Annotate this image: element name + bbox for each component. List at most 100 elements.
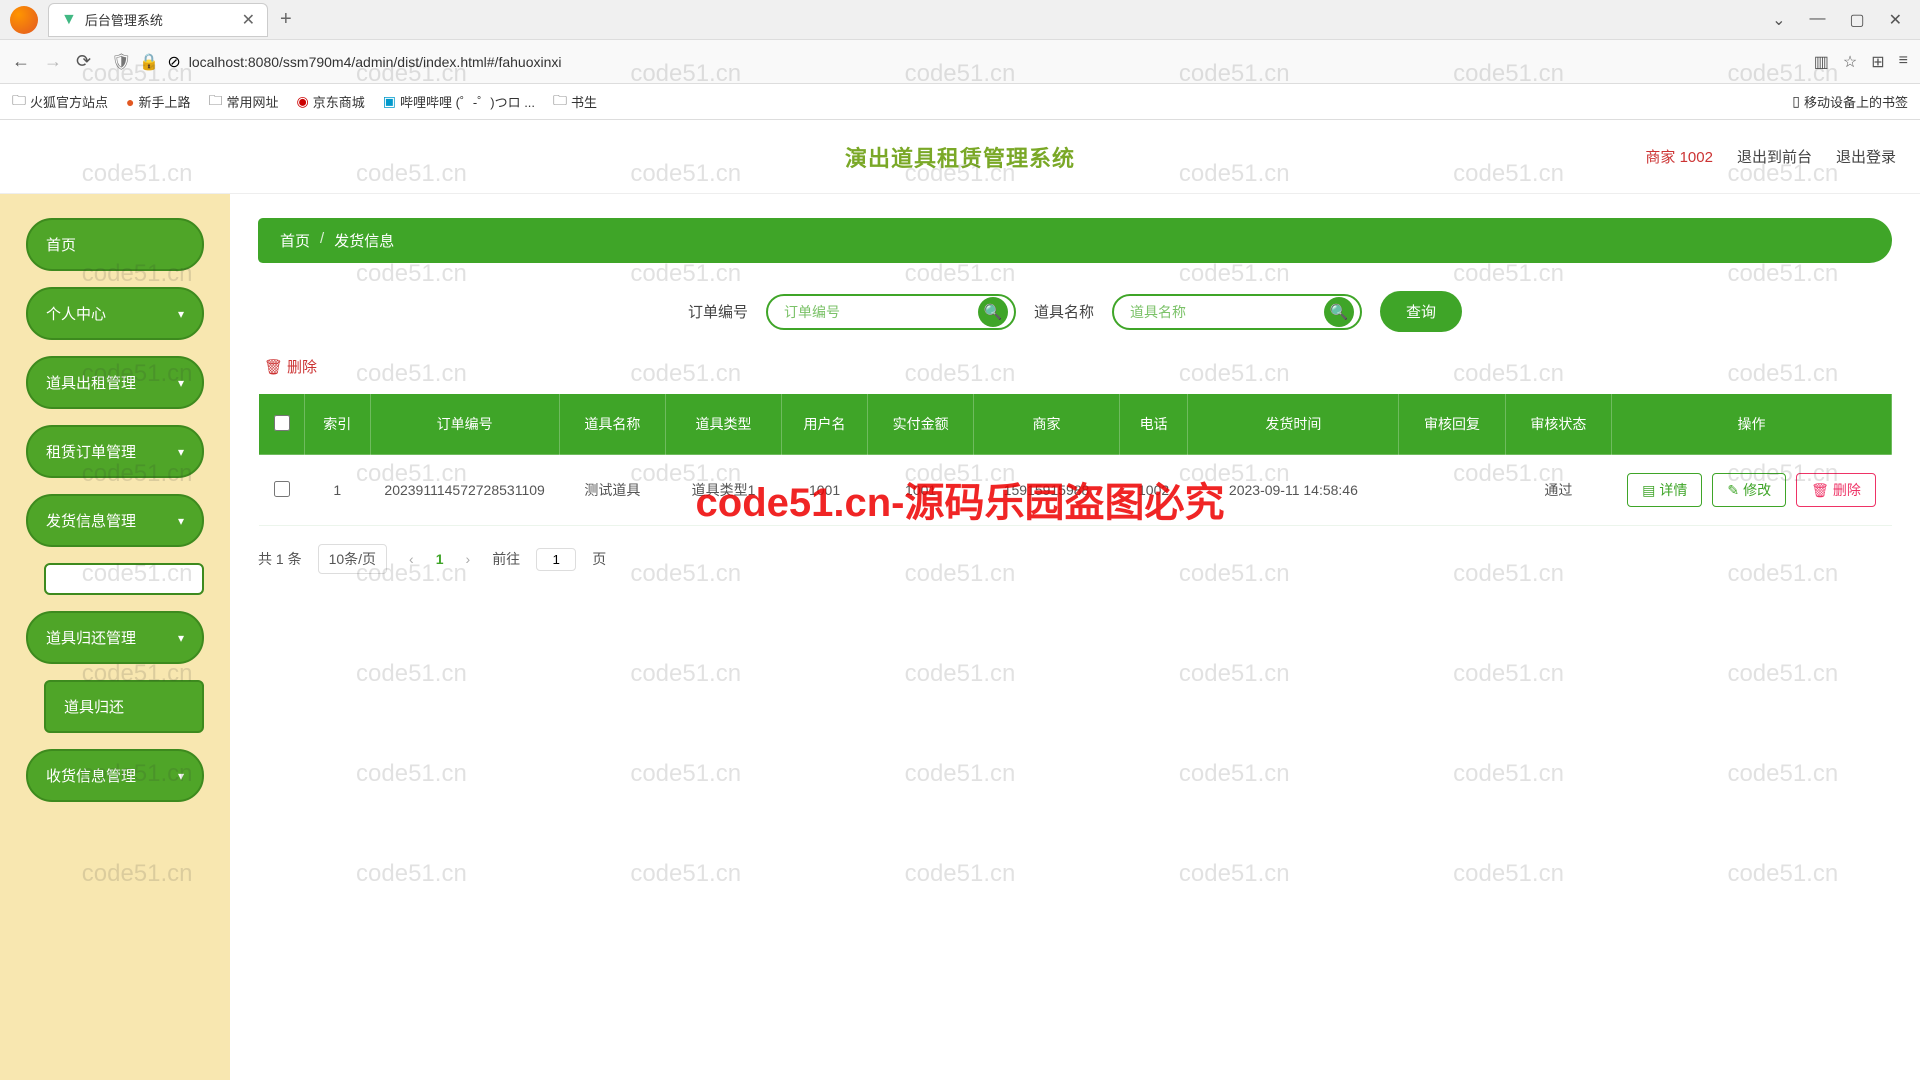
url-text: localhost:8080/ssm790m4/admin/dist/index…	[189, 54, 562, 70]
sidebar-item-receipt-mgmt[interactable]: 收货信息管理▾	[26, 749, 204, 802]
select-all-checkbox[interactable]	[274, 415, 290, 431]
chevron-down-icon: ▾	[178, 445, 184, 459]
url-bar: ← → ⟳ 🛡 🔒 ⊘ localhost:8080/ssm790m4/admi…	[0, 40, 1920, 84]
data-table: 索引 订单编号 道具名称 道具类型 用户名 实付金额 商家 电话 发货时间 审核…	[258, 393, 1892, 526]
trash-icon: 🗑	[1811, 482, 1829, 499]
permission-icon: ⊘	[167, 52, 180, 72]
goto-input[interactable]	[536, 548, 576, 571]
sidebar-item-home[interactable]: 首页	[26, 218, 204, 271]
col-order: 订单编号	[370, 394, 559, 455]
order-no-input[interactable]	[784, 304, 974, 320]
extension-icon[interactable]: ⊞	[1871, 52, 1884, 72]
window-controls: ⌄ — ▢ ✕	[1772, 10, 1902, 30]
reload-icon[interactable]: ⟳	[76, 51, 91, 72]
bookmark-item[interactable]: 🗀常用网址	[209, 90, 279, 114]
bookmark-item[interactable]: ▣哔哩哔哩 (゜-゜)つロ ...	[383, 92, 535, 111]
row-delete-button[interactable]: 🗑删除	[1796, 473, 1876, 507]
breadcrumb-current: 发货信息	[334, 230, 394, 251]
breadcrumb-home[interactable]: 首页	[280, 230, 310, 251]
sidebar-item-order-mgmt[interactable]: 租赁订单管理▾	[26, 425, 204, 478]
mobile-bookmarks[interactable]: ▯移动设备上的书签	[1792, 92, 1908, 111]
trash-icon: 🗑	[264, 358, 283, 376]
chevron-down-icon: ▾	[178, 514, 184, 528]
merchant-label[interactable]: 商家 1002	[1645, 146, 1713, 167]
reader-icon[interactable]: ▥	[1814, 52, 1829, 72]
col-proptype: 道具类型	[665, 394, 781, 455]
chevron-down-icon: ▾	[178, 307, 184, 321]
table-row: 1 202391114572728531109 测试道具 道具类型1 1001 …	[259, 455, 1892, 526]
shield-icon: 🛡	[111, 52, 131, 72]
bookmarks-bar: 🗀火狐官方站点 ●新手上路 🗀常用网址 ◉京东商城 ▣哔哩哔哩 (゜-゜)つロ …	[0, 84, 1920, 120]
col-propname: 道具名称	[559, 394, 665, 455]
col-idx: 索引	[305, 394, 371, 455]
detail-button[interactable]: ▤详情	[1627, 473, 1702, 507]
cell-proptype: 道具类型1	[665, 455, 781, 526]
cell-phone: 1002	[1119, 455, 1188, 526]
app-header: 演出道具租赁管理系统 商家 1002 退出到前台 退出登录	[0, 120, 1920, 194]
edit-button[interactable]: ✎修改	[1712, 473, 1786, 507]
search-icon[interactable]: 🔍	[1324, 297, 1354, 327]
chevron-down-icon: ▾	[178, 631, 184, 645]
close-window-icon[interactable]: ✕	[1889, 10, 1902, 30]
prop-name-search[interactable]: 🔍	[1112, 294, 1362, 330]
browser-tab[interactable]: ▼ 后台管理系统 ✕	[48, 3, 268, 37]
bookmark-item[interactable]: 🗀火狐官方站点	[12, 90, 108, 114]
back-icon[interactable]: ←	[12, 51, 30, 72]
bookmark-item[interactable]: ◉京东商城	[297, 92, 365, 111]
goto-label: 前往	[492, 549, 520, 569]
edit-icon: ✎	[1727, 482, 1739, 499]
forward-icon[interactable]: →	[44, 51, 62, 72]
firefox-icon	[10, 6, 38, 34]
dropdown-icon[interactable]: ⌄	[1772, 10, 1785, 30]
query-button[interactable]: 查询	[1380, 291, 1462, 332]
bookmark-item[interactable]: ●新手上路	[126, 92, 190, 111]
cell-shiptime: 2023-09-11 14:58:46	[1188, 455, 1399, 526]
exit-to-front-link[interactable]: 退出到前台	[1737, 146, 1812, 167]
sidebar-item-rent-mgmt[interactable]: 道具出租管理▾	[26, 356, 204, 409]
bookmark-item[interactable]: 🗀书生	[553, 90, 597, 114]
col-shiptime: 发货时间	[1188, 394, 1399, 455]
browser-tab-bar: ▼ 后台管理系统 ✕ + ⌄ — ▢ ✕	[0, 0, 1920, 40]
prop-name-input[interactable]	[1130, 304, 1320, 320]
content-area: 首页 / 发货信息 订单编号 🔍 道具名称 🔍 查询 🗑 删除	[230, 194, 1920, 1080]
cell-status: 通过	[1505, 455, 1611, 526]
tab-title: 后台管理系统	[85, 10, 234, 29]
cell-propname: 测试道具	[559, 455, 665, 526]
sidebar-sub-return[interactable]: 道具归还	[44, 680, 204, 733]
close-icon[interactable]: ✕	[242, 10, 255, 30]
search-row: 订单编号 🔍 道具名称 🔍 查询	[258, 291, 1892, 332]
menu-icon[interactable]: ≡	[1899, 52, 1908, 72]
page-size-select[interactable]: 10条/页	[318, 544, 387, 574]
sidebar-sub-item[interactable]	[44, 563, 204, 595]
sidebar-item-return-mgmt[interactable]: 道具归还管理▾	[26, 611, 204, 664]
cell-merchant: 15915915988	[974, 455, 1120, 526]
sidebar: 首页 个人中心▾ 道具出租管理▾ 租赁订单管理▾ 发货信息管理▾ 道具归还管理▾…	[0, 194, 230, 1080]
search-icon[interactable]: 🔍	[978, 297, 1008, 327]
cell-reply	[1399, 455, 1505, 526]
col-reply: 审核回复	[1399, 394, 1505, 455]
app-title: 演出道具租赁管理系统	[845, 141, 1075, 173]
current-page[interactable]: 1	[436, 551, 444, 567]
minimize-icon[interactable]: —	[1809, 10, 1825, 30]
sidebar-item-ship-mgmt[interactable]: 发货信息管理▾	[26, 494, 204, 547]
bookmark-star-icon[interactable]: ☆	[1843, 52, 1857, 72]
cell-idx: 1	[305, 455, 371, 526]
breadcrumb-sep: /	[320, 230, 324, 251]
cell-user: 1001	[782, 455, 868, 526]
bulk-delete-button[interactable]: 🗑 删除	[264, 356, 317, 377]
chevron-down-icon: ▾	[178, 376, 184, 390]
maximize-icon[interactable]: ▢	[1849, 10, 1864, 30]
col-amount: 实付金额	[867, 394, 973, 455]
next-page[interactable]: ›	[460, 551, 477, 567]
new-tab-button[interactable]: +	[280, 8, 292, 31]
address-box[interactable]: 🛡 🔒 ⊘ localhost:8080/ssm790m4/admin/dist…	[103, 52, 1802, 72]
col-user: 用户名	[782, 394, 868, 455]
doc-icon: ▤	[1642, 482, 1655, 499]
prev-page[interactable]: ‹	[403, 551, 420, 567]
lock-icon: 🔒	[139, 52, 159, 72]
order-no-search[interactable]: 🔍	[766, 294, 1016, 330]
vue-icon: ▼	[61, 11, 77, 29]
row-checkbox[interactable]	[274, 481, 290, 497]
logout-link[interactable]: 退出登录	[1836, 146, 1896, 167]
sidebar-item-personal[interactable]: 个人中心▾	[26, 287, 204, 340]
